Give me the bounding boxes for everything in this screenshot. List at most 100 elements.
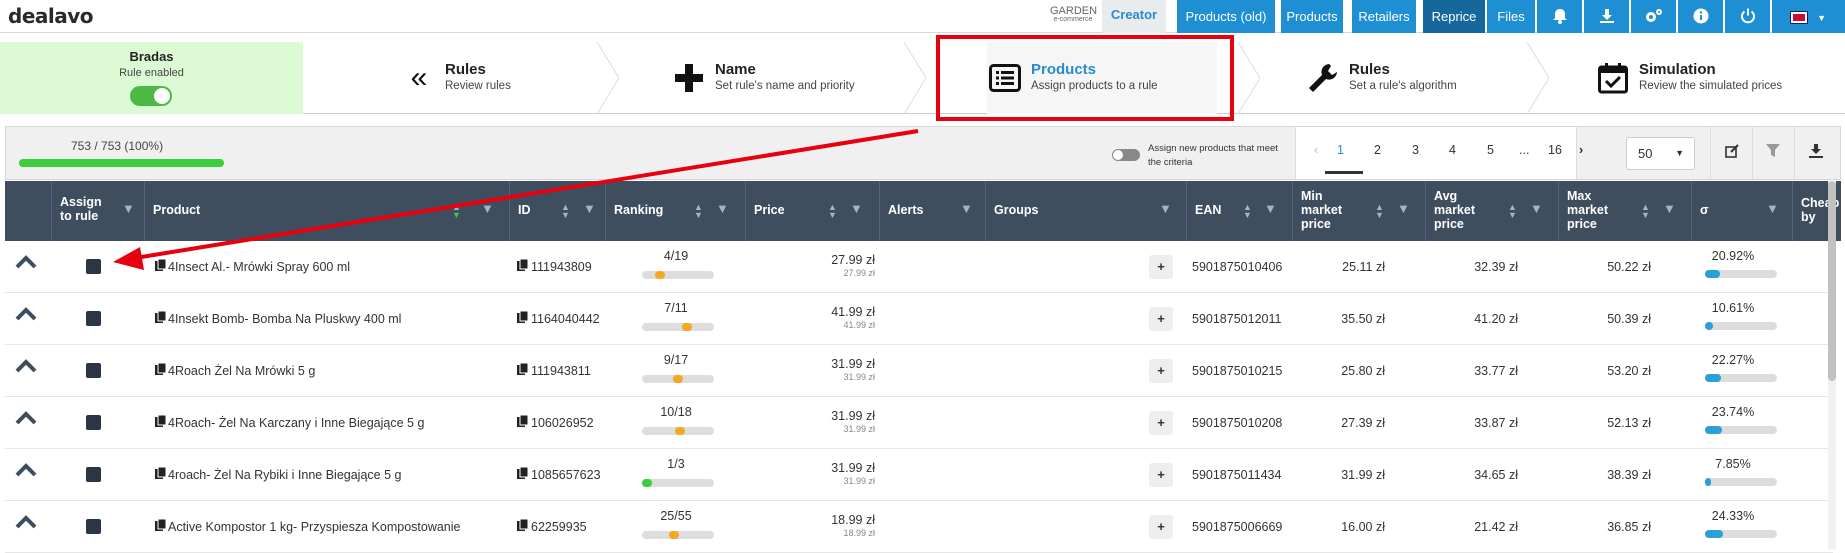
table-row[interactable]: 4roach- Żel Na Rybiki i Inne Biegające 5… — [5, 449, 1833, 501]
nav-reprice[interactable]: Reprice — [1423, 0, 1485, 33]
copy-icon[interactable] — [155, 362, 167, 378]
filter-icon[interactable]: ▼ — [716, 201, 729, 216]
product-name[interactable]: 4Roach Żel Na Mrówki 5 g — [168, 364, 315, 378]
download-icon[interactable] — [1584, 0, 1629, 33]
copy-icon[interactable] — [517, 258, 529, 274]
nav-products[interactable]: Products — [1281, 0, 1343, 33]
nav-files[interactable]: Files — [1487, 0, 1535, 33]
sort-icon[interactable]: ▲ ▼ — [1375, 203, 1384, 220]
step-rules-algorithm[interactable]: Rules Set a rule's algorithm — [1305, 42, 1505, 114]
scrollbar-thumb[interactable] — [1828, 181, 1836, 381]
assign-checkbox[interactable] — [86, 259, 101, 274]
page-link[interactable]: 1 — [1337, 143, 1344, 157]
filter-icon[interactable]: ▼ — [1397, 201, 1410, 216]
step-name[interactable]: Name Set rule's name and priority — [671, 42, 891, 114]
chevron-up-icon[interactable] — [15, 307, 37, 326]
nav-creator[interactable]: Creator — [1102, 0, 1166, 33]
col-avg-price[interactable]: Avg market price ▲ ▼ ▼ — [1425, 181, 1558, 241]
copy-icon[interactable] — [155, 258, 167, 274]
col-product[interactable]: Product ▲ ▼ ▼ — [144, 181, 509, 241]
filter-icon[interactable]: ▼ — [1766, 201, 1779, 216]
page-link[interactable]: 4 — [1449, 143, 1456, 157]
table-row[interactable]: Active Kompostor 1 kg- Przyspiesza Kompo… — [5, 501, 1833, 553]
copy-icon[interactable] — [517, 518, 529, 534]
page-link[interactable]: 16 — [1548, 143, 1562, 157]
power-icon[interactable] — [1725, 0, 1770, 33]
copy-icon[interactable] — [517, 362, 529, 378]
table-scrollbar[interactable] — [1828, 181, 1836, 549]
sort-icon[interactable]: ▲ ▼ — [1508, 203, 1517, 220]
col-ean[interactable]: EAN ▲ ▼ ▼ — [1186, 181, 1292, 241]
add-group-button[interactable]: + — [1149, 307, 1173, 331]
add-group-button[interactable]: + — [1149, 255, 1173, 279]
table-row[interactable]: 4Roach- Żel Na Karczany i Inne Biegające… — [5, 397, 1833, 449]
add-group-button[interactable]: + — [1149, 411, 1173, 435]
filter-icon[interactable]: ▼ — [850, 201, 863, 216]
chevron-up-icon[interactable] — [15, 411, 37, 430]
copy-icon[interactable] — [517, 466, 529, 482]
filter-icon[interactable]: ▼ — [960, 201, 973, 216]
store-logo[interactable]: GARDEN e-commerce — [1050, 6, 1097, 28]
table-row[interactable]: 4Insect Al.- Mrówki Spray 600 ml 1119438… — [5, 241, 1833, 293]
sort-icon[interactable]: ▲ ▼ — [452, 203, 461, 220]
page-link[interactable]: 5 — [1487, 143, 1494, 157]
filter-icon[interactable]: ▼ — [1530, 201, 1543, 216]
add-group-button[interactable]: + — [1149, 515, 1173, 539]
filter-icon[interactable]: ▼ — [1663, 201, 1676, 216]
product-name[interactable]: Active Kompostor 1 kg- Przyspiesza Kompo… — [168, 520, 461, 534]
assign-new-products-toggle[interactable] — [1112, 149, 1140, 161]
chevron-up-icon[interactable] — [15, 359, 37, 378]
nav-retailers[interactable]: Retailers — [1352, 0, 1416, 33]
col-id[interactable]: ID ▲ ▼ ▼ — [509, 181, 605, 241]
col-groups[interactable]: Groups ▼ — [985, 181, 1186, 241]
filter-icon[interactable]: ▼ — [122, 201, 135, 216]
col-assign[interactable]: Assign to rule ▼ — [51, 181, 144, 241]
page-size-select[interactable]: 50 ▼ — [1626, 137, 1695, 170]
sort-icon[interactable]: ▲ ▼ — [694, 203, 703, 220]
filter-icon[interactable]: ▼ — [1264, 201, 1277, 216]
next-page-icon[interactable]: › — [1579, 143, 1583, 157]
product-name[interactable]: 4Roach- Żel Na Karczany i Inne Biegające… — [168, 416, 424, 430]
product-name[interactable]: 4roach- Żel Na Rybiki i Inne Biegające 5… — [168, 468, 401, 482]
filter-icon[interactable]: ▼ — [583, 201, 596, 216]
assign-checkbox[interactable] — [86, 519, 101, 534]
assign-checkbox[interactable] — [86, 363, 101, 378]
copy-icon[interactable] — [517, 310, 529, 326]
dealavo-logo[interactable]: dealavo — [8, 4, 94, 28]
page-link[interactable]: 3 — [1412, 143, 1419, 157]
add-group-button[interactable]: + — [1149, 359, 1173, 383]
export-icon[interactable] — [1794, 127, 1836, 179]
col-ranking[interactable]: Ranking ▲ ▼ ▼ — [605, 181, 745, 241]
prev-page-icon[interactable]: ‹ — [1314, 143, 1318, 157]
assign-checkbox[interactable] — [86, 415, 101, 430]
assign-checkbox[interactable] — [86, 467, 101, 482]
chevron-up-icon[interactable] — [15, 463, 37, 482]
clear-filter-icon[interactable] — [1752, 127, 1794, 179]
product-name[interactable]: 4Insekt Bomb- Bomba Na Pluskwy 400 ml — [168, 312, 401, 326]
language-menu[interactable]: ▼ — [1772, 0, 1845, 33]
step-simulation[interactable]: Simulation Review the simulated prices — [1595, 42, 1835, 114]
info-icon[interactable] — [1678, 0, 1723, 33]
assign-checkbox[interactable] — [86, 311, 101, 326]
col-min-price[interactable]: Min market price ▲ ▼ ▼ — [1292, 181, 1425, 241]
copy-icon[interactable] — [155, 310, 167, 326]
nav-products-old[interactable]: Products (old) — [1177, 0, 1275, 33]
table-row[interactable]: 4Roach Żel Na Mrówki 5 g 111943811 9/17 … — [5, 345, 1833, 397]
chevron-up-icon[interactable] — [15, 515, 37, 534]
copy-icon[interactable] — [155, 518, 167, 534]
sort-icon[interactable]: ▲ ▼ — [1641, 203, 1650, 220]
add-group-button[interactable]: + — [1149, 463, 1173, 487]
filter-icon[interactable]: ▼ — [1159, 201, 1172, 216]
rule-enabled-toggle[interactable] — [130, 86, 172, 106]
page-link[interactable]: 2 — [1374, 143, 1381, 157]
product-name[interactable]: 4Insect Al.- Mrówki Spray 600 ml — [168, 260, 350, 274]
sort-icon[interactable]: ▲ ▼ — [1243, 203, 1252, 220]
sort-icon[interactable]: ▲ ▼ — [828, 203, 837, 220]
chevron-up-icon[interactable] — [15, 255, 37, 274]
col-sigma[interactable]: σ ▼ — [1691, 181, 1792, 241]
bell-icon[interactable] — [1537, 0, 1582, 33]
col-alerts[interactable]: Alerts ▼ — [879, 181, 985, 241]
edit-icon[interactable] — [1710, 127, 1752, 179]
gears-icon[interactable] — [1631, 0, 1676, 33]
col-max-price[interactable]: Max market price ▲ ▼ ▼ — [1558, 181, 1691, 241]
